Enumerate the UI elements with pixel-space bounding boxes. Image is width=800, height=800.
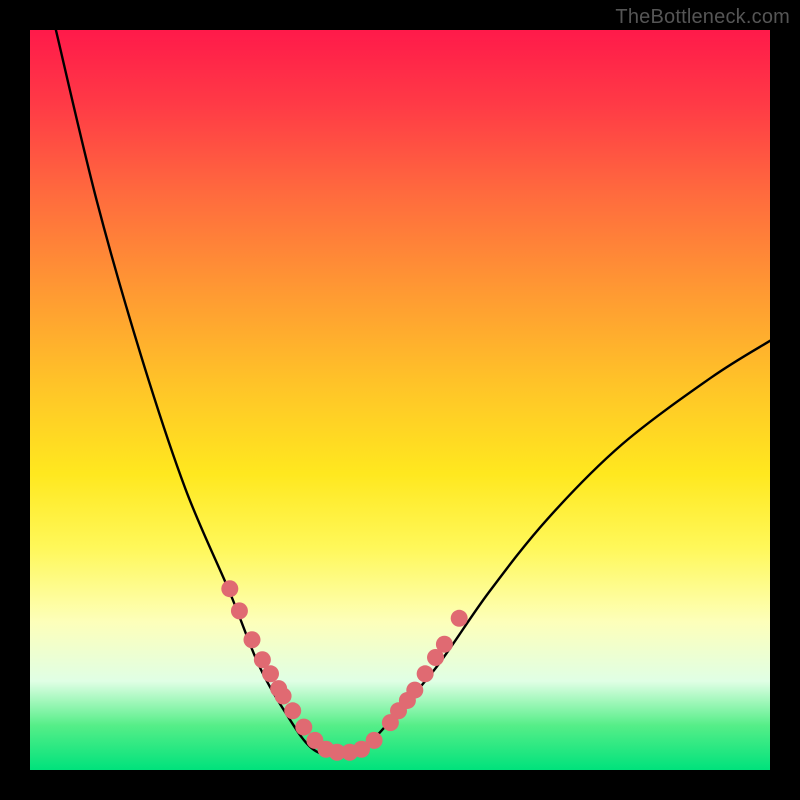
marker-point: [221, 580, 238, 597]
marker-group: [221, 580, 467, 761]
marker-point: [275, 688, 292, 705]
marker-point: [244, 631, 261, 648]
marker-point: [417, 665, 434, 682]
marker-point: [295, 719, 312, 736]
marker-point: [231, 602, 248, 619]
chart-frame: TheBottleneck.com: [0, 0, 800, 800]
marker-point: [451, 610, 468, 627]
marker-point: [284, 702, 301, 719]
marker-point: [366, 732, 383, 749]
bottleneck-curve: [56, 30, 770, 755]
curve-layer: [30, 30, 770, 770]
plot-area: [30, 30, 770, 770]
marker-point: [436, 636, 453, 653]
attribution-label: TheBottleneck.com: [615, 6, 790, 29]
marker-point: [406, 682, 423, 699]
marker-point: [262, 665, 279, 682]
